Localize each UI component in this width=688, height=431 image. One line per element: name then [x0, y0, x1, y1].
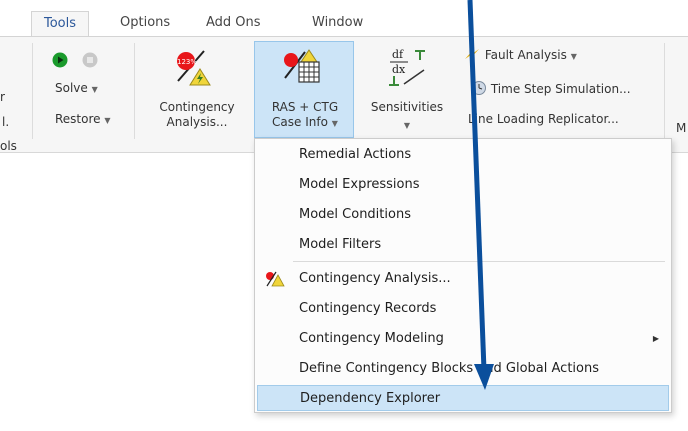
menu-item-define-contingency-blocks[interactable]: Define Contingency Blocks and Global Act… — [257, 356, 669, 382]
chevron-down-icon: ▼ — [570, 52, 577, 61]
clipped-label-1: r — [0, 90, 5, 104]
ras-ctg-label-1: RAS + CTG — [271, 100, 339, 114]
menu-item-model-filters[interactable]: Model Filters — [257, 232, 669, 258]
clipped-label-2: l. — [2, 115, 10, 129]
sensitivities-label: Sensitivities — [370, 100, 444, 114]
df-text: df — [392, 48, 404, 61]
ras-ctg-dropdown-menu: Remedial Actions Model Expressions Model… — [254, 138, 672, 413]
fault-analysis-label: Fault Analysis — [484, 48, 567, 62]
restore-label: Restore — [55, 112, 101, 126]
chevron-down-icon: ▼ — [403, 121, 411, 130]
tab-options[interactable]: Options — [108, 11, 182, 37]
contingency-badge: 123% — [177, 58, 197, 66]
chevron-right-icon: ▶ — [652, 334, 659, 343]
line-loading-replicator-button[interactable]: Line Loading Replicator... — [468, 111, 619, 127]
solve-label: Solve — [55, 81, 88, 95]
menu-item-model-expressions[interactable]: Model Expressions — [257, 172, 669, 198]
menu-item-label: Contingency Analysis... — [299, 271, 451, 286]
ras-ctg-case-info-button[interactable]: RAS + CTG Case Info ▼ — [254, 41, 354, 138]
ras-ctg-label-2-row: Case Info ▼ — [255, 114, 355, 132]
time-step-simulation-button[interactable]: Time Step Simulation... — [471, 80, 631, 97]
menu-item-label: Contingency Modeling — [299, 331, 444, 346]
chevron-down-icon: ▼ — [104, 116, 111, 125]
chevron-down-icon: ▼ — [331, 119, 338, 128]
title-bar-edge — [0, 0, 688, 7]
clock-icon — [472, 81, 486, 95]
ras-ctg-icon — [284, 49, 320, 83]
group-separator — [664, 43, 665, 139]
menu-item-contingency-modeling[interactable]: Contingency Modeling ▶ — [257, 326, 669, 352]
lightning-icon — [465, 49, 479, 59]
ribbon-panel: r l. ols Solve ▼ Restore ▼ 123% Continge… — [0, 37, 688, 153]
clipped-label-right: M — [676, 121, 687, 135]
group-separator — [134, 43, 135, 139]
sensitivities-button[interactable]: df dx Sensitivities ▼ — [362, 41, 452, 133]
contingency-analysis-icon: 123% — [177, 50, 211, 86]
time-step-label: Time Step Simulation... — [490, 82, 631, 96]
contingency-label-1: Contingency — [159, 100, 235, 114]
tab-window[interactable]: Window — [300, 11, 375, 37]
contingency-analysis-icon — [266, 271, 285, 287]
line-loading-label: Line Loading Replicator... — [468, 112, 619, 126]
dx-text: dx — [392, 63, 406, 76]
menu-item-contingency-analysis[interactable]: Contingency Analysis... — [257, 266, 669, 292]
chevron-down-icon: ▼ — [91, 85, 98, 94]
menu-item-contingency-records[interactable]: Contingency Records — [257, 296, 669, 322]
tab-tools[interactable]: Tools — [31, 11, 90, 38]
fault-analysis-button[interactable]: Fault Analysis ▼ — [463, 47, 577, 65]
restore-button[interactable]: Restore ▼ — [55, 111, 111, 129]
menu-separator — [293, 261, 665, 262]
solve-button[interactable]: Solve ▼ — [55, 80, 98, 98]
contingency-label-2: Analysis... — [166, 115, 228, 129]
ras-ctg-label-2: Case Info — [272, 115, 328, 129]
menu-item-remedial-actions[interactable]: Remedial Actions — [257, 142, 669, 168]
clipped-label-3: ols — [0, 139, 17, 153]
menu-item-dependency-explorer[interactable]: Dependency Explorer — [257, 385, 669, 411]
sensitivities-icon: df dx — [389, 48, 425, 86]
run-icon[interactable] — [52, 52, 68, 68]
ribbon-tab-strip: Tools Options Add Ons Window — [0, 0, 688, 38]
contingency-analysis-button[interactable]: 123% Contingency Analysis... — [148, 41, 246, 133]
stop-icon — [82, 52, 98, 68]
group-separator — [32, 43, 33, 139]
menu-item-model-conditions[interactable]: Model Conditions — [257, 202, 669, 228]
tab-add-ons[interactable]: Add Ons — [194, 11, 273, 37]
